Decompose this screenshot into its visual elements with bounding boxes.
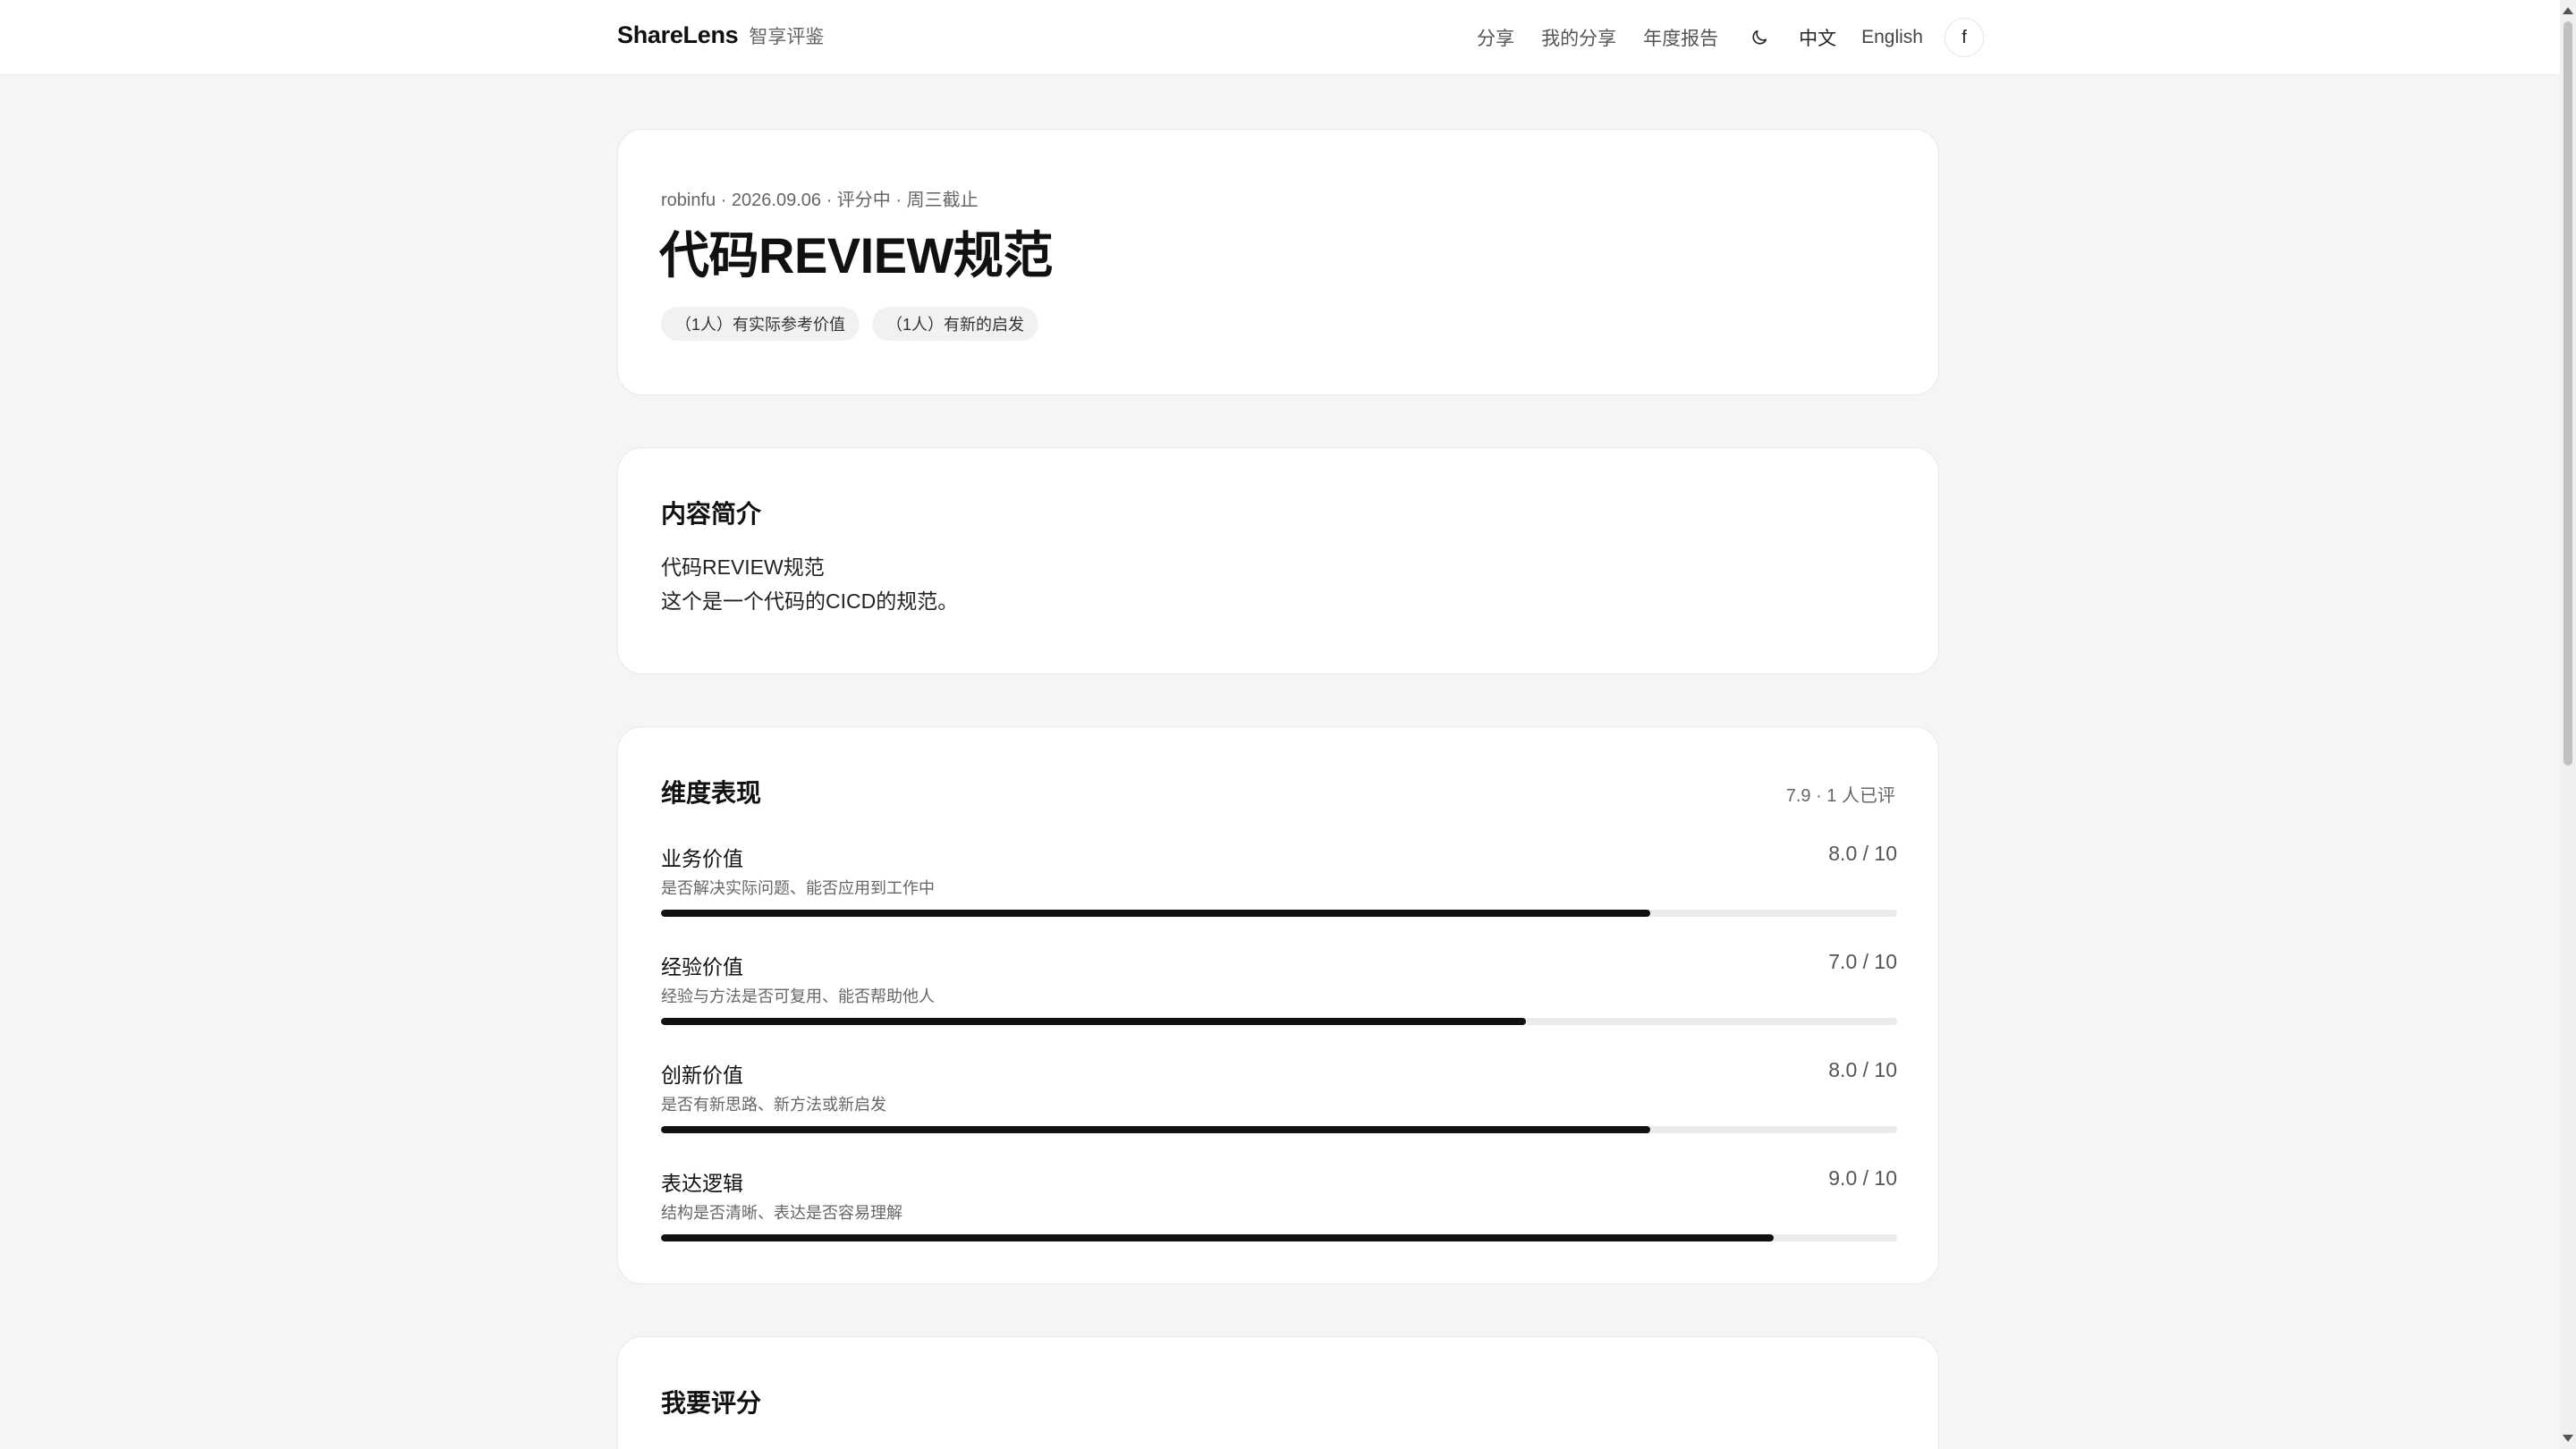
scroll-up-arrow-icon[interactable] — [2563, 7, 2573, 14]
dimension-row-expression-logic: 表达逻辑 9.0 / 10 结构是否清晰、表达是否容易理解 — [661, 1166, 1897, 1256]
dimension-score: 8.0 / 10 — [1828, 842, 1897, 865]
dimension-score: 9.0 / 10 — [1828, 1166, 1897, 1190]
intro-heading: 内容简介 — [661, 500, 762, 528]
intro-body: 代码REVIEW规范 这个是一个代码的CICD的规范。 — [661, 550, 958, 618]
share-meta: robinfu · 2026.09.06 · 评分中 · 周三截止 — [661, 191, 979, 210]
share-header-card: robinfu · 2026.09.06 · 评分中 · 周三截止 代码REVI… — [617, 129, 1939, 395]
tag-list: （1人）有实际参考价值 （1人）有新的启发 — [661, 307, 1039, 341]
dimension-name: 表达逻辑 — [661, 1172, 743, 1195]
lang-en-button[interactable]: English — [1861, 27, 1923, 48]
nav-menu: 分享 我的分享 年度报告 中文 English f — [1477, 18, 1984, 57]
user-avatar-button[interactable]: f — [1945, 18, 1984, 57]
dimension-row-innovation-value: 创新价值 8.0 / 10 是否有新思路、新方法或新启发 — [661, 1058, 1897, 1148]
score-bar-track — [661, 1018, 1897, 1025]
share-title: 代码REVIEW规范 — [659, 227, 1053, 284]
dimension-name: 业务价值 — [661, 847, 743, 870]
score-bar-fill — [661, 910, 1650, 917]
score-bar-fill — [661, 1126, 1650, 1133]
moon-icon — [1752, 30, 1767, 45]
brand-subtitle: 智享评鉴 — [749, 27, 825, 47]
brand-name: ShareLens — [617, 21, 739, 48]
dimension-description: 经验与方法是否可复用、能否帮助他人 — [661, 987, 935, 1005]
scroll-down-arrow-icon[interactable] — [2563, 1435, 2573, 1442]
intro-line: 代码REVIEW规范 — [661, 555, 825, 579]
score-bar-fill — [661, 1018, 1527, 1025]
dimension-score: 8.0 / 10 — [1828, 1058, 1897, 1081]
score-bar-track — [661, 1234, 1897, 1241]
scrollbar-thumb[interactable] — [2563, 21, 2572, 766]
intro-line: 这个是一个代码的CICD的规范。 — [661, 589, 959, 613]
brand[interactable]: ShareLens 智享评鉴 — [617, 21, 824, 49]
dimensions-heading: 维度表现 — [661, 779, 762, 807]
dimension-row-business-value: 业务价值 8.0 / 10 是否解决实际问题、能否应用到工作中 — [661, 842, 1897, 931]
rating-heading: 我要评分 — [661, 1389, 762, 1417]
dimension-name: 创新价值 — [661, 1063, 743, 1087]
tag-new-inspiration[interactable]: （1人）有新的启发 — [872, 307, 1039, 341]
dimension-description: 是否有新思路、新方法或新启发 — [661, 1096, 886, 1114]
nav-link-share[interactable]: 分享 — [1477, 24, 1514, 51]
dimension-description: 结构是否清晰、表达是否容易理解 — [661, 1204, 902, 1222]
score-bar-fill — [661, 1234, 1774, 1241]
score-bar-track — [661, 910, 1897, 917]
theme-toggle-button[interactable] — [1740, 18, 1779, 57]
top-nav-bar: ShareLens 智享评鉴 分享 我的分享 年度报告 中文 English f — [0, 0, 2560, 75]
tag-practical-reference[interactable]: （1人）有实际参考价值 — [661, 307, 860, 341]
nav-link-annual-report[interactable]: 年度报告 — [1643, 24, 1718, 51]
dimensions-summary: 7.9 · 1 人已评 — [1785, 786, 1895, 806]
page-scrollbar[interactable] — [2560, 0, 2576, 1449]
dimension-description: 是否解决实际问题、能否应用到工作中 — [661, 879, 935, 897]
score-bar-track — [661, 1126, 1897, 1133]
intro-card: 内容简介 代码REVIEW规范 这个是一个代码的CICD的规范。 — [617, 447, 1939, 674]
lang-zh-button[interactable]: 中文 — [1799, 24, 1836, 51]
dimension-row-experience-value: 经验价值 7.0 / 10 经验与方法是否可复用、能否帮助他人 — [661, 950, 1897, 1039]
dimension-score: 7.0 / 10 — [1828, 950, 1897, 973]
dimension-name: 经验价值 — [661, 955, 743, 979]
rating-card: 我要评分 — [617, 1336, 1939, 1449]
nav-link-my-shares[interactable]: 我的分享 — [1541, 24, 1616, 51]
dimensions-card: 维度表现 7.9 · 1 人已评 业务价值 8.0 / 10 是否解决实际问题、… — [617, 726, 1939, 1284]
